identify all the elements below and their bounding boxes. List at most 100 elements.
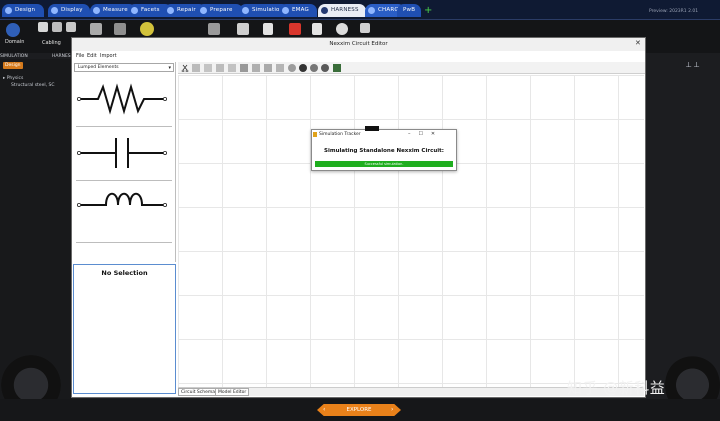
- preview-label: Preview: 2023R1 2.01: [649, 9, 699, 14]
- redo-icon[interactable]: [228, 64, 236, 72]
- window-title: Nexxim Circuit Editor: [72, 38, 645, 51]
- tab-label: Facets: [141, 7, 160, 13]
- structure-tree: Design ▸ Physics Structural steel, SC: [3, 62, 54, 89]
- simulate-icon[interactable]: [140, 22, 154, 36]
- tree-item-design[interactable]: Design: [3, 62, 54, 69]
- ribbon-tab-bar: Design Display Measure Facets Repair Pre…: [0, 0, 720, 20]
- tab-emag[interactable]: EMAG: [279, 4, 317, 17]
- chevron-down-icon: ▾: [168, 65, 171, 71]
- right-panel: [648, 59, 720, 399]
- explore-button[interactable]: EXPLORE: [317, 404, 401, 416]
- facets-icon: [131, 7, 138, 14]
- divider: [76, 242, 172, 243]
- charge-icon: [368, 7, 375, 14]
- chevron-right-icon[interactable]: ›: [391, 404, 393, 416]
- run-icon[interactable]: [333, 64, 341, 72]
- component-palette: Lumped Elements ▾: [72, 62, 176, 262]
- tree-item-physics[interactable]: ▸ Physics: [3, 75, 54, 82]
- tab-harness[interactable]: HARNESS: [318, 4, 366, 17]
- tab-model-editor[interactable]: Model Editor: [215, 388, 250, 396]
- wire-tool-icon[interactable]: [240, 64, 248, 72]
- close-icon[interactable]: ✕: [635, 39, 641, 47]
- harness-icon: [321, 7, 328, 14]
- tab-label: Prepare: [210, 7, 233, 13]
- select-value: Lumped Elements: [78, 65, 119, 70]
- add-tab-icon[interactable]: +: [424, 6, 432, 16]
- document-icon[interactable]: [263, 23, 273, 35]
- probe-icon[interactable]: [288, 64, 296, 72]
- tab-label: EMAG: [292, 7, 309, 13]
- zoom-icon[interactable]: [310, 64, 318, 72]
- tab-label: HARNESS: [331, 7, 359, 13]
- contrast-icon[interactable]: [299, 64, 307, 72]
- capacitor-symbol[interactable]: [76, 128, 172, 178]
- wire-icon[interactable]: [66, 22, 76, 32]
- element-type-select[interactable]: Lumped Elements ▾: [74, 63, 174, 72]
- no-selection-label: No Selection: [101, 269, 148, 277]
- tab-label: Repair: [177, 7, 196, 13]
- menu-edit[interactable]: Edit: [87, 53, 97, 59]
- gear-icon[interactable]: [336, 23, 348, 35]
- rotate-icon[interactable]: [252, 64, 260, 72]
- prepare-icon: [200, 7, 207, 14]
- inductor-symbol[interactable]: [76, 180, 172, 230]
- route-icon[interactable]: [52, 22, 62, 32]
- cut-icon[interactable]: [181, 64, 189, 72]
- minimize-icon[interactable]: –: [408, 131, 411, 137]
- ground-icon[interactable]: [264, 64, 272, 72]
- close-icon[interactable]: ✕: [431, 131, 435, 137]
- domain-label: Domain: [5, 39, 25, 45]
- tab-label: PwB: [403, 7, 416, 13]
- dialog-title: Simulation Tracker: [319, 132, 361, 137]
- watermark: 知乎 @新科益: [567, 379, 666, 397]
- tree-label: Structural steel, SC: [11, 83, 55, 88]
- menu-file[interactable]: File: [76, 53, 84, 59]
- options-icon[interactable]: [360, 23, 370, 33]
- resistor-symbol[interactable]: [76, 74, 172, 124]
- axes-icon: ⟂ ⟂: [686, 60, 700, 69]
- clipboard-icon[interactable]: [312, 23, 322, 35]
- display-icon: [51, 7, 58, 14]
- editor-toolbar: [178, 62, 645, 74]
- schematic-canvas[interactable]: [178, 75, 644, 387]
- tab-prepare[interactable]: Prepare: [197, 4, 243, 17]
- tab-label: Display: [61, 7, 83, 13]
- tab-label: Design: [15, 7, 36, 13]
- cabling-icon[interactable]: [38, 22, 48, 32]
- tree-item-structural[interactable]: Structural steel, SC: [3, 82, 54, 89]
- menu-import[interactable]: Import: [100, 53, 117, 59]
- cabling-label: Cabling: [42, 40, 61, 46]
- tree-label: Physics: [6, 76, 24, 81]
- chevron-left-icon[interactable]: ‹: [323, 404, 325, 416]
- tab-display[interactable]: Display: [48, 4, 90, 17]
- app-icon: [313, 132, 317, 137]
- measure-icon: [93, 7, 100, 14]
- menu-bar: File Edit Import: [72, 51, 645, 61]
- paste-icon[interactable]: [204, 64, 212, 72]
- simulation-tracker-dialog: Simulation Tracker – ☐ ✕ Simulating Stan…: [311, 129, 457, 171]
- tab-design[interactable]: Design: [2, 4, 44, 17]
- tab-pwb[interactable]: PwB: [397, 4, 421, 17]
- tooltip: [365, 126, 379, 131]
- progress-bar: Successful simulation.: [315, 161, 453, 167]
- settings-icon[interactable]: [321, 64, 329, 72]
- port-icon[interactable]: [276, 64, 284, 72]
- properties-panel: No Selection: [73, 264, 176, 394]
- repair-icon: [167, 7, 174, 14]
- maximize-icon[interactable]: ☐: [418, 131, 422, 137]
- circuit-editor-window: Nexxim Circuit Editor ✕ File Edit Import…: [71, 37, 646, 398]
- design-icon: [5, 7, 12, 14]
- simulation-icon: [242, 7, 249, 14]
- window-controls: – ☐ ✕: [408, 131, 435, 137]
- chip-icon[interactable]: [237, 23, 249, 35]
- undo-icon[interactable]: [216, 64, 224, 72]
- design-badge: Design: [3, 62, 23, 69]
- connector-icon[interactable]: [114, 23, 126, 35]
- harness-tool-icon[interactable]: [90, 23, 102, 35]
- domain-icon[interactable]: [6, 23, 20, 37]
- status-message: Simulating Standalone Nexxim Circuit:: [324, 148, 444, 154]
- delete-icon[interactable]: [289, 23, 301, 35]
- mesh-icon[interactable]: [208, 23, 220, 35]
- copy-icon[interactable]: [192, 64, 200, 72]
- divider: [76, 126, 172, 127]
